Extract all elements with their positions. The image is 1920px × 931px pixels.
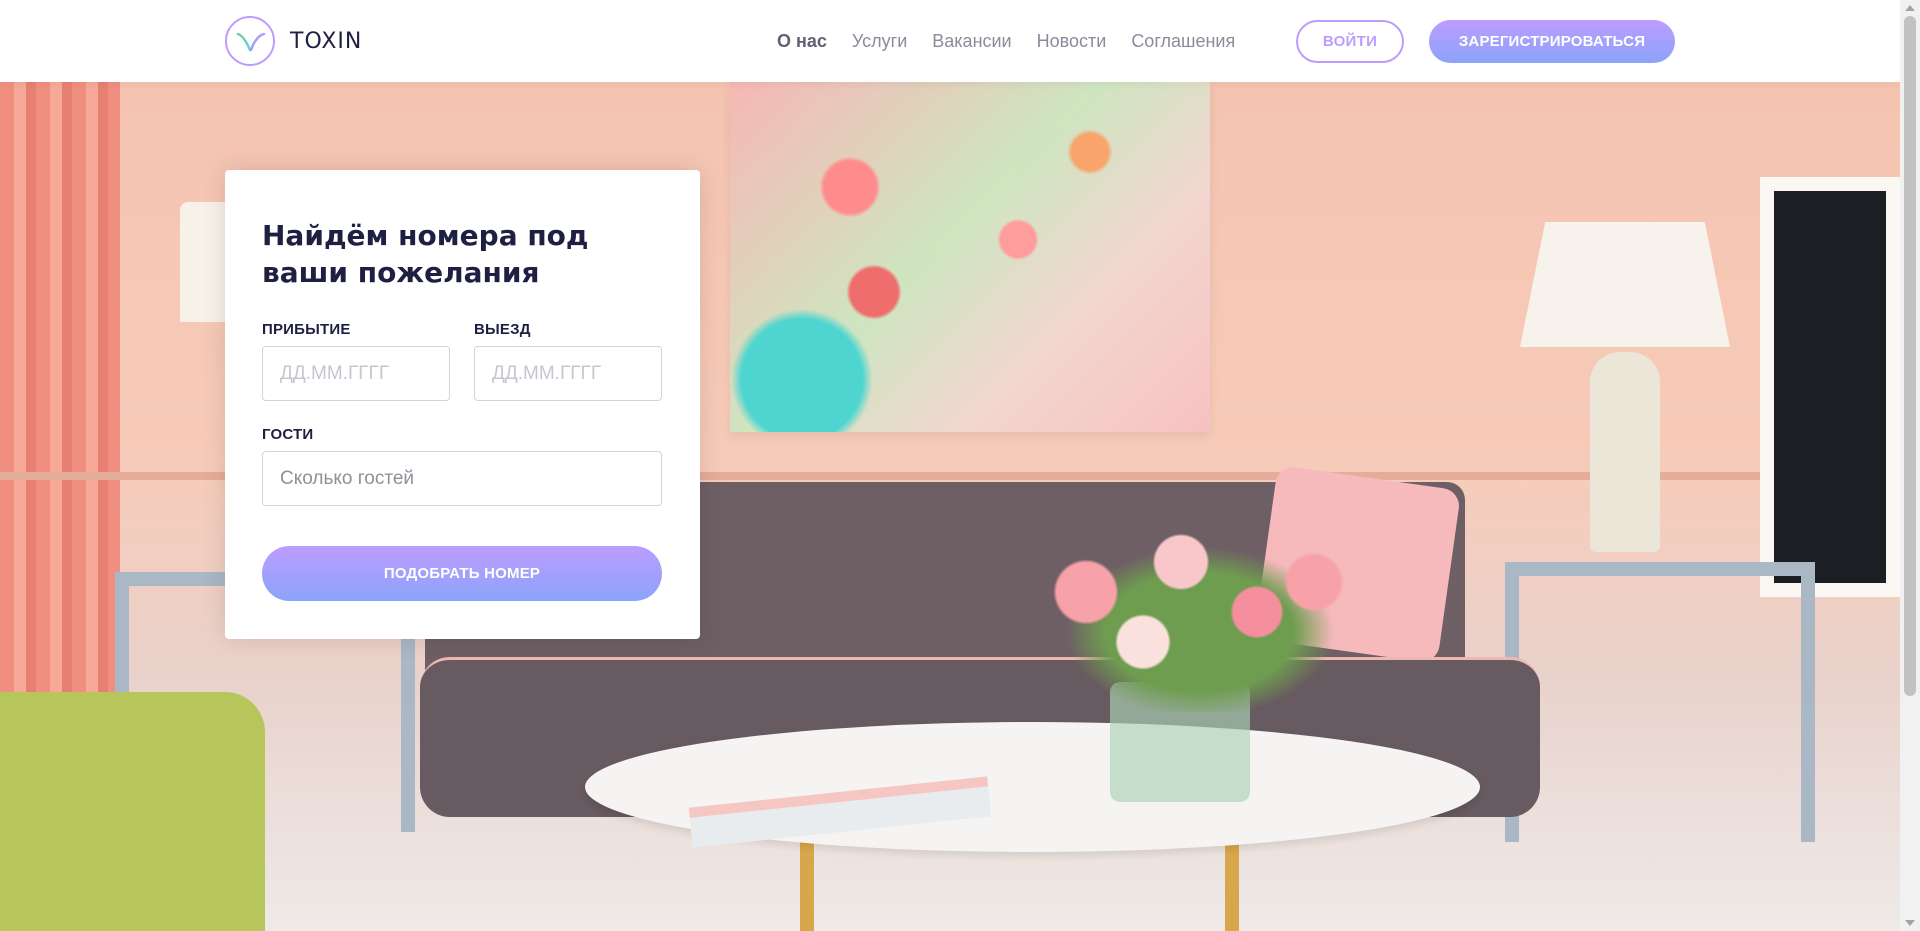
site-header: TOXIN О нас Услуги Вакансии Новости Согл… [0, 0, 1900, 82]
nav-item-about[interactable]: О нас [777, 31, 827, 52]
search-card-title: Найдём номера под ваши пожелания [262, 219, 589, 289]
nav-item-agreements[interactable]: Соглашения [1131, 31, 1235, 52]
main-nav: О нас Услуги Вакансии Новости Соглашения [777, 31, 1260, 52]
departure-date-input[interactable] [474, 346, 662, 401]
login-button[interactable]: ВОЙТИ [1296, 20, 1404, 63]
arrival-date-input[interactable] [262, 346, 450, 401]
register-button[interactable]: ЗАРЕГИСТРИРОВАТЬСЯ [1429, 20, 1675, 63]
lamp-base-decoration [1590, 352, 1660, 552]
scrollbar-thumb[interactable] [1904, 16, 1916, 696]
room-search-card: Найдём номера под ваши пожелания ПРИБЫТИ… [225, 170, 700, 639]
nav-item-vacancies[interactable]: Вакансии [932, 31, 1011, 52]
find-room-button[interactable]: ПОДОБРАТЬ НОМЕР [262, 546, 662, 601]
door-decoration [1760, 177, 1900, 597]
guests-label: ГОСТИ [262, 426, 314, 443]
table-leg-decoration [800, 842, 814, 931]
flowers-decoration [1010, 512, 1390, 712]
table-leg-decoration [1225, 842, 1239, 931]
scroll-down-arrow-icon[interactable] [1905, 920, 1915, 926]
lamp-decoration [1520, 222, 1730, 347]
scroll-up-arrow-icon[interactable] [1905, 5, 1915, 11]
wall-painting-decoration [730, 82, 1210, 432]
guests-dropdown[interactable] [262, 451, 662, 506]
curtain-decoration [0, 82, 120, 702]
page-scrollbar[interactable] [1900, 0, 1920, 931]
logo[interactable]: TOXIN [225, 16, 362, 66]
nav-item-news[interactable]: Новости [1037, 31, 1107, 52]
logo-text: TOXIN [290, 28, 363, 54]
side-table-decoration [1505, 562, 1815, 842]
departure-label: ВЫЕЗД [474, 321, 531, 338]
logo-icon [225, 16, 275, 66]
ottoman-decoration [0, 692, 265, 931]
nav-item-services[interactable]: Услуги [852, 31, 907, 52]
arrival-label: ПРИБЫТИЕ [262, 321, 351, 338]
